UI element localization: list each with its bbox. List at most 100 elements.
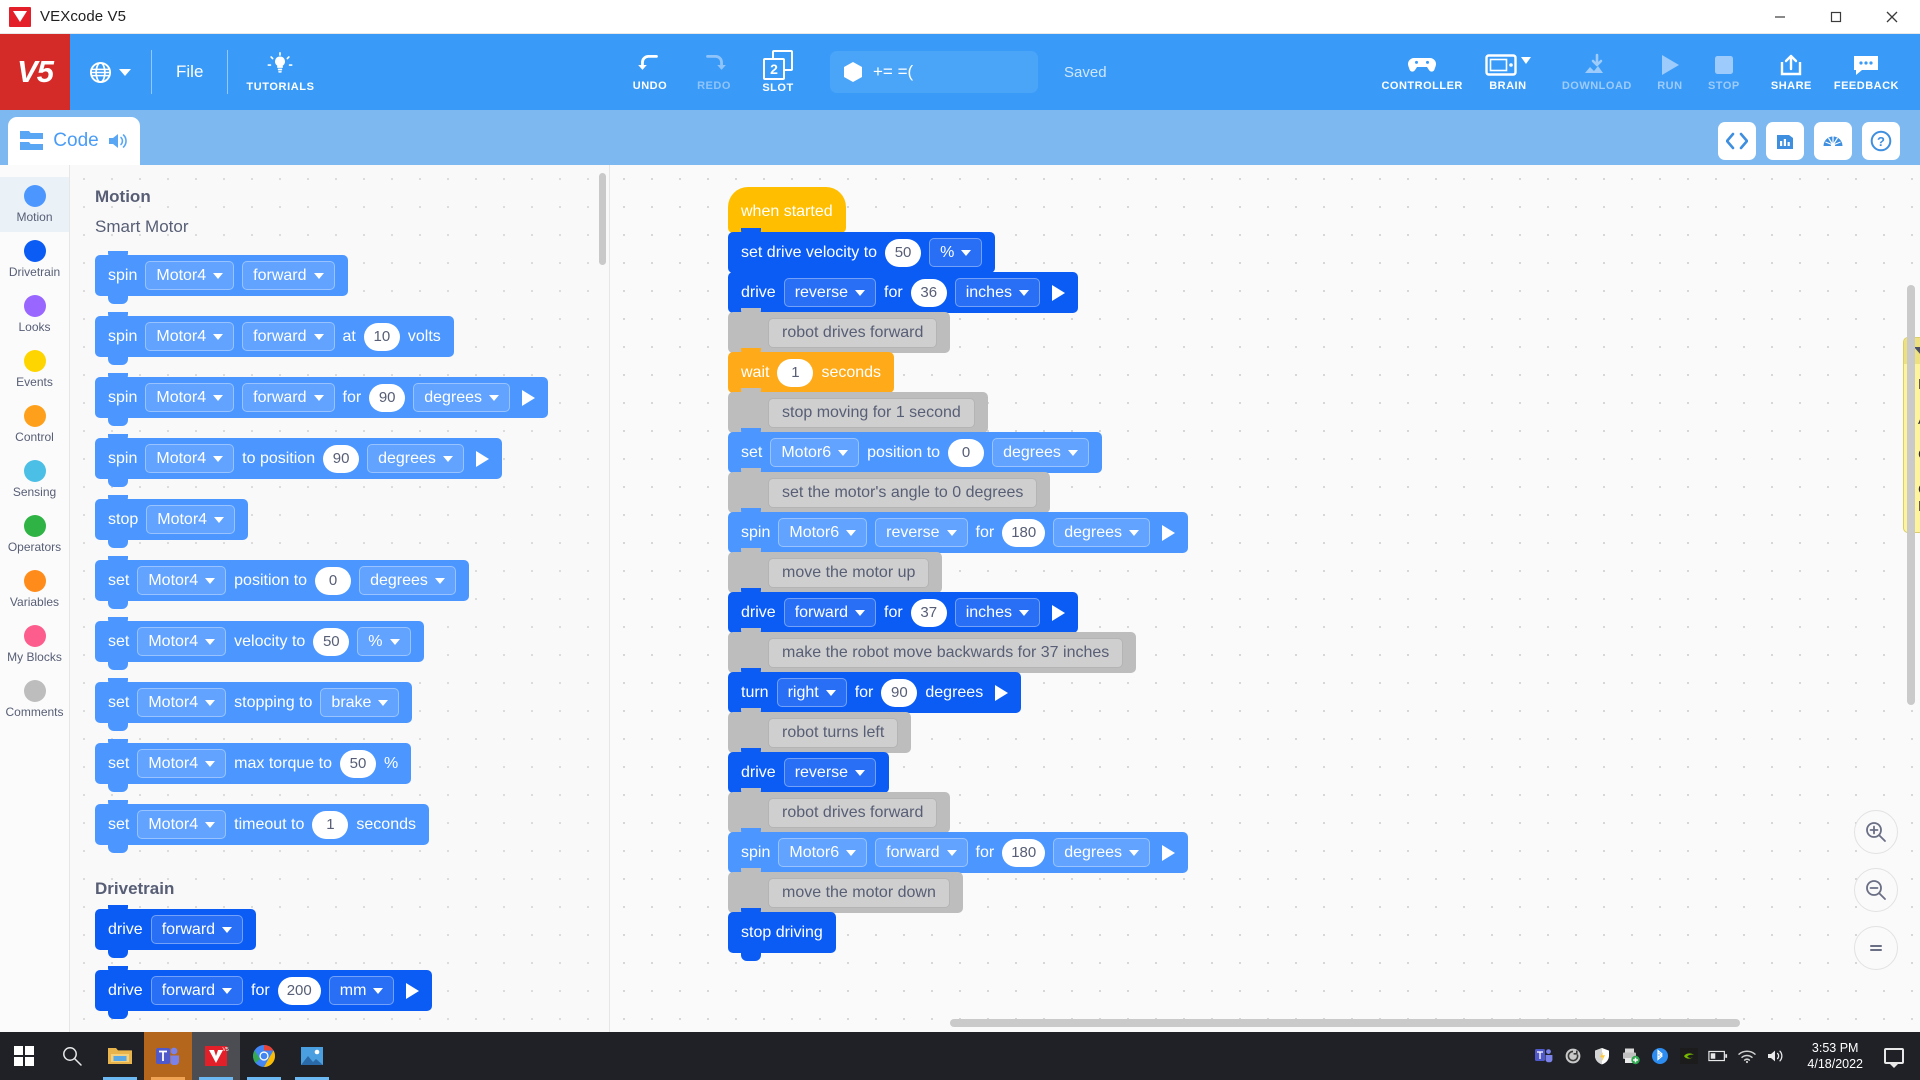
- block-number-input[interactable]: 50: [313, 627, 350, 656]
- block-dropdown[interactable]: degrees: [1053, 838, 1151, 867]
- block-dropdown[interactable]: forward: [150, 915, 244, 944]
- code-block-motion[interactable]: set Motor6 position to 0 degrees: [728, 428, 1102, 481]
- block-number-input[interactable]: 37: [910, 598, 947, 627]
- zoom-out-button[interactable]: [1854, 868, 1898, 912]
- play-icon[interactable]: [1051, 284, 1065, 301]
- play-icon[interactable]: [406, 982, 420, 999]
- block-dropdown[interactable]: reverse: [783, 278, 877, 307]
- comment-bubble-text[interactable]: stop moving for 1 second: [768, 397, 975, 428]
- block-dropdown[interactable]: forward: [242, 322, 335, 351]
- block-dropdown[interactable]: Motor4: [146, 505, 236, 534]
- code-block-motion[interactable]: set Motor4 velocity to 50%: [95, 617, 424, 670]
- play-icon[interactable]: [1051, 604, 1065, 621]
- stop-button[interactable]: STOP: [1697, 53, 1751, 92]
- palette-scrollbar[interactable]: [599, 173, 606, 265]
- block-dropdown[interactable]: forward: [150, 976, 244, 1005]
- monitor-icon[interactable]: [1766, 122, 1804, 160]
- block-number-input[interactable]: 1: [777, 358, 814, 387]
- code-block-motion[interactable]: set Motor4 position to 0 degrees: [95, 556, 469, 609]
- block-dropdown[interactable]: reverse: [783, 758, 877, 787]
- block-dropdown[interactable]: Motor6: [778, 838, 868, 867]
- block-number-input[interactable]: 90: [881, 678, 918, 707]
- block-number-input[interactable]: 10: [363, 322, 400, 351]
- block-palette[interactable]: Motion Smart Motor spin Motor4 forward spin…: [70, 165, 610, 1032]
- block-number-input[interactable]: 1: [312, 810, 349, 839]
- undo-button[interactable]: UNDO: [620, 52, 680, 92]
- block-dropdown[interactable]: inches: [954, 278, 1040, 307]
- block-dropdown[interactable]: degrees: [992, 438, 1089, 467]
- start-icon[interactable]: [0, 1032, 48, 1080]
- code-block-motion[interactable]: set Motor4 stopping to brake: [95, 678, 413, 731]
- code-block-comment[interactable]: set the motor's angle to 0 degrees: [728, 468, 1051, 521]
- code-block-drive[interactable]: drive reverse for 36 inches: [728, 268, 1078, 321]
- block-dropdown[interactable]: Motor4: [145, 444, 235, 473]
- code-block-drive[interactable]: drive forward: [95, 905, 257, 958]
- block-dropdown[interactable]: Motor4: [137, 566, 227, 595]
- block-dropdown[interactable]: Motor4: [145, 322, 235, 351]
- sidebar-item-operators[interactable]: Operators: [0, 507, 69, 562]
- block-number-input[interactable]: 90: [323, 444, 360, 473]
- comment-bubble-text[interactable]: move the motor up: [768, 557, 930, 588]
- sidebar-item-drivetrain[interactable]: Drivetrain: [0, 232, 69, 287]
- code-block-comment[interactable]: stop moving for 1 second: [728, 388, 988, 441]
- taskbar-clock[interactable]: 3:53 PM 4/18/2022: [1795, 1040, 1875, 1072]
- block-number-input[interactable]: 50: [339, 749, 376, 778]
- tutorials-button[interactable]: TUTORIALS: [232, 34, 328, 110]
- run-button[interactable]: RUN: [1643, 53, 1697, 92]
- minimize-button[interactable]: [1752, 0, 1808, 34]
- code-block-hat[interactable]: when started: [728, 187, 846, 241]
- code-block-drive[interactable]: turn right for 90 degrees: [728, 668, 1022, 721]
- redo-button[interactable]: REDO: [684, 52, 744, 92]
- code-block-comment[interactable]: robot turns left: [728, 708, 912, 761]
- code-block-drive[interactable]: drive forward for 37 inches: [728, 588, 1078, 641]
- play-icon[interactable]: [475, 450, 489, 467]
- block-dropdown[interactable]: %: [929, 238, 983, 267]
- project-name-input[interactable]: += =(: [830, 51, 1038, 93]
- code-block-motion[interactable]: stop Motor4: [95, 495, 249, 548]
- block-dropdown[interactable]: degrees: [359, 566, 456, 595]
- share-button[interactable]: SHARE: [1760, 53, 1823, 92]
- block-dropdown[interactable]: Motor6: [778, 518, 868, 547]
- block-number-input[interactable]: 180: [1002, 518, 1046, 547]
- play-icon[interactable]: [522, 389, 536, 406]
- block-number-input[interactable]: 180: [1002, 838, 1046, 867]
- file-menu-button[interactable]: File: [156, 34, 223, 110]
- search-icon[interactable]: [48, 1032, 96, 1080]
- language-selector[interactable]: [70, 34, 147, 110]
- block-dropdown[interactable]: forward: [242, 383, 335, 412]
- tab-code[interactable]: Code: [8, 117, 140, 165]
- block-dropdown[interactable]: right: [776, 678, 847, 707]
- sidebar-item-control[interactable]: Control: [0, 397, 69, 452]
- code-block-motion[interactable]: set Motor4 max torque to 50%: [95, 739, 412, 792]
- block-dropdown[interactable]: degrees: [367, 444, 464, 473]
- code-block-motion[interactable]: spin Motor4 forward: [95, 251, 348, 304]
- volume-icon[interactable]: [1766, 1046, 1786, 1066]
- bluetooth-icon[interactable]: [1650, 1046, 1670, 1066]
- help-icon[interactable]: ?: [1862, 122, 1900, 160]
- sync-icon[interactable]: [1563, 1046, 1583, 1066]
- notification-center-icon[interactable]: [1884, 1048, 1904, 1068]
- close-button[interactable]: [1864, 0, 1920, 34]
- photos-icon[interactable]: [288, 1032, 336, 1080]
- defender-icon[interactable]: [1592, 1046, 1612, 1066]
- block-dropdown[interactable]: forward: [783, 598, 877, 627]
- block-dropdown[interactable]: Motor4: [145, 383, 235, 412]
- nvidia-icon[interactable]: [1679, 1046, 1699, 1066]
- code-block-drive[interactable]: drive reverse: [728, 748, 890, 801]
- workspace-horizontal-scrollbar[interactable]: [950, 1019, 1740, 1027]
- sidebar-item-looks[interactable]: Looks: [0, 287, 69, 342]
- code-block-motion[interactable]: spin Motor4 to position 90 degrees: [95, 434, 502, 487]
- comment-bubble-text[interactable]: robot drives forward: [768, 797, 938, 828]
- block-dropdown[interactable]: Motor4: [137, 627, 227, 656]
- code-view-icon[interactable]: [1718, 122, 1756, 160]
- download-button[interactable]: DOWNLOAD: [1551, 53, 1643, 92]
- code-block-comment[interactable]: robot drives forward: [728, 308, 951, 361]
- battery-icon[interactable]: [1708, 1046, 1728, 1066]
- code-block-comment[interactable]: robot drives forward: [728, 788, 951, 841]
- block-dropdown[interactable]: Motor4: [137, 688, 227, 717]
- controller-button[interactable]: CONTROLLER: [1370, 53, 1473, 92]
- teams-icon[interactable]: [144, 1032, 192, 1080]
- sidebar-item-my-blocks[interactable]: My Blocks: [0, 617, 69, 672]
- block-dropdown[interactable]: Motor4: [145, 261, 235, 290]
- play-icon[interactable]: [1162, 524, 1176, 541]
